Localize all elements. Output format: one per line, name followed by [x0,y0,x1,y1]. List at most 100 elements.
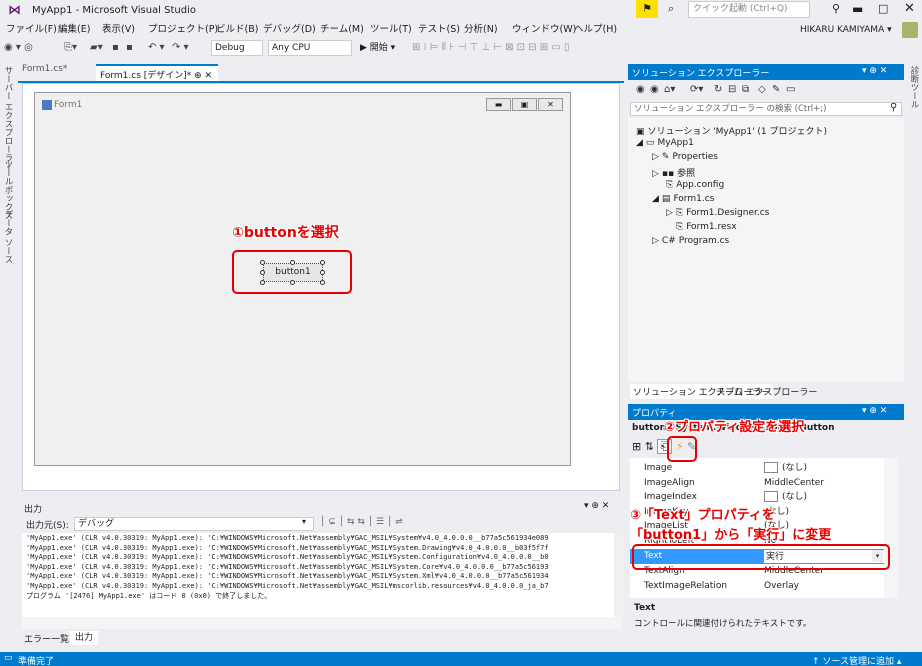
server-explorer-tab[interactable]: サーバー エクスプローラー [2,66,14,171]
maximize-button[interactable]: □ [878,2,888,15]
minimize-button[interactable]: ▬ [852,2,863,16]
start-button[interactable]: ▶ 開始 ▾ [360,38,395,58]
tree-item[interactable]: ▷ C# Program.cs [652,236,729,246]
refresh-icon[interactable]: ↻ [714,84,722,95]
tree-item[interactable]: ▷ ⎘ Form1.Designer.cs [666,208,769,218]
alphabetical-icon[interactable]: ⇅ [645,440,654,453]
output-line: 'MyApp1.exe' (CLR v4.0.30319: MyApp1.exe… [26,543,549,552]
form-icon [42,100,52,110]
output-source-label: 出力元(S): [26,521,69,531]
notifications-icon[interactable]: ⌕ [668,2,674,16]
tab-error-list[interactable]: エラー一覧 [24,632,69,645]
chevron-down-icon[interactable]: ▾ [302,517,306,526]
solution-explorer-toolbar: ◉ ◉ ⌂▾ ⟳▾ ↻ ⊟ ⧉ ◇ ✎ ▭ [628,82,904,100]
tree-item[interactable]: ▷ ▪▪ 参照 [652,166,695,179]
form-file-icon: ▤ [661,194,671,204]
search-icon[interactable]: ⚲ [890,102,897,113]
output-toolbar-icons[interactable]: │ ⊊ │ ⇆ ⇆ │ ☰ │ ⇌ [320,517,403,527]
menu-test[interactable]: テスト(S) [418,22,460,38]
tree-item[interactable]: ⎘ App.config [666,180,724,190]
menu-window[interactable]: ウィンドウ(W) [512,22,576,38]
wrench-icon: ✎ [661,152,670,162]
show-all-icon[interactable]: ⧉ [742,84,749,95]
left-tool-rail: サーバー エクスプローラー ツールボックス データ ソース [0,60,18,652]
annotation-box-button [232,250,352,294]
menu-tools[interactable]: ツール(T) [370,22,412,38]
close-button[interactable]: ✕ [904,1,915,16]
menu-help[interactable]: ヘルプ(H) [574,22,617,38]
tree-item[interactable]: ◢ ▭ MyApp1 [636,138,694,148]
add-to-source-control-button[interactable]: ↑ ソース管理に追加 ▴ [812,654,901,666]
tree-item[interactable]: ▣ ソリューション 'MyApp1' (1 プロジェクト) [636,124,827,137]
form-maximize-icon: ▣ [512,98,537,111]
output-hscrollbar[interactable] [22,617,622,629]
home-icon[interactable]: ⌂▾ [664,84,675,95]
window-title: MyApp1 - Microsoft Visual Studio [32,5,196,16]
tree-item[interactable]: ▷ ✎ Properties [652,152,718,162]
menu-edit[interactable]: 編集(E) [58,22,90,38]
tree-item[interactable]: ◢ ▤ Form1.cs [652,194,714,204]
menu-file[interactable]: ファイル(F) [6,22,57,38]
search-icon[interactable]: ⚲ [832,2,840,15]
quick-launch-input[interactable]: クイック起動 (Ctrl+Q) [688,1,810,18]
solution-explorer-search-input[interactable]: ソリューション エクスプローラー の検索 (Ctrl+;) [630,102,902,116]
back-icon[interactable]: ◉ [636,84,645,95]
tab-form1-designer[interactable]: Form1.cs [デザイン]* ⊕ ✕ [96,64,218,81]
visual-studio-logo-icon: ⋈ [8,3,21,18]
csharp-class-icon: C# [661,236,676,246]
output-line: 'MyApp1.exe' (CLR v4.0.30319: MyApp1.exe… [26,572,549,581]
property-row[interactable]: ImageIndex (なし) [630,490,884,505]
new-project-icon[interactable]: ⎘▾ [64,38,77,58]
diagnostic-tools-tab[interactable]: 診断ツール [908,66,920,109]
configuration-select[interactable]: Debug [211,40,263,56]
property-row[interactable]: TextImageRelation Overlay [630,579,884,594]
menu-team[interactable]: チーム(M) [320,22,364,38]
categorized-icon[interactable]: ⊞ [632,440,641,453]
preview-icon[interactable]: ▭ [786,84,795,95]
status-ready-icon: ▭ [4,653,13,663]
form-minimize-icon: ▬ [486,98,511,111]
property-grid-scrollbar[interactable] [884,458,898,598]
output-source-select[interactable]: デバッグ [74,517,314,531]
annotation-step2: ②プロパティ設定を選択 [664,420,805,435]
properties-wrench-icon[interactable]: ✎ [772,84,780,95]
property-description-title: Text [634,603,656,613]
property-description-text: コントロールに関連付けられたテキストです。 [634,619,812,629]
output-vscrollbar[interactable] [614,533,622,617]
property-row[interactable]: Image (なし) [630,461,884,476]
output-text: 'MyApp1.exe' (CLR v4.0.30319: MyApp1.exe… [22,533,616,617]
annotation-step1: ①buttonを選択 [232,225,339,241]
menu-analyze[interactable]: 分析(N) [464,22,498,38]
redo-icon[interactable]: ↷ ▾ [172,38,189,58]
solution-explorer-controls[interactable]: ▾ ⊕ ✕ [862,66,887,76]
menu-view[interactable]: 表示(V) [102,22,135,38]
save-all-icon[interactable]: ▪ [126,38,133,58]
property-row[interactable]: ImageAlign MiddleCenter [630,476,884,491]
menu-build[interactable]: ビルド(B) [216,22,258,38]
form-close-icon: ✕ [538,98,563,111]
undo-icon[interactable]: ↶ ▾ [148,38,165,58]
open-icon[interactable]: ▰▾ [90,38,103,58]
back-icon[interactable]: ◉ ▾ ◎ [4,38,33,58]
menu-debug[interactable]: デバッグ(D) [263,22,316,38]
tree-item[interactable]: ⎘ Form1.resx [676,222,737,232]
output-line: 'MyApp1.exe' (CLR v4.0.30319: MyApp1.exe… [26,553,549,562]
sync-icon[interactable]: ⟳▾ [690,84,703,95]
properties-controls[interactable]: ▾ ⊕ ✕ [862,406,887,416]
tab-form1-cs[interactable]: Form1.cs* [22,64,67,80]
output-title: 出力 [24,505,43,515]
tab-output[interactable]: 出力 [70,631,98,645]
user-account[interactable]: HIKARU KAMIYAMA ▾ [800,25,892,35]
data-sources-tab[interactable]: データ ソース [2,210,14,264]
tab-team-explorer[interactable]: チーム エクスプローラー [716,385,817,398]
avatar[interactable] [902,22,918,38]
forward-icon[interactable]: ◉ [650,84,659,95]
config-file-icon: ⎘ [666,180,674,190]
platform-select[interactable]: Any CPU [268,40,352,56]
save-icon[interactable]: ▪ [112,38,119,58]
view-code-icon[interactable]: ◇ [758,84,766,95]
output-controls[interactable]: ▾ ⊕ ✕ [584,501,609,511]
feedback-flag-icon[interactable]: ⚑ [636,0,658,18]
menu-project[interactable]: プロジェクト(P) [148,22,218,38]
collapse-icon[interactable]: ⊟ [728,84,736,95]
